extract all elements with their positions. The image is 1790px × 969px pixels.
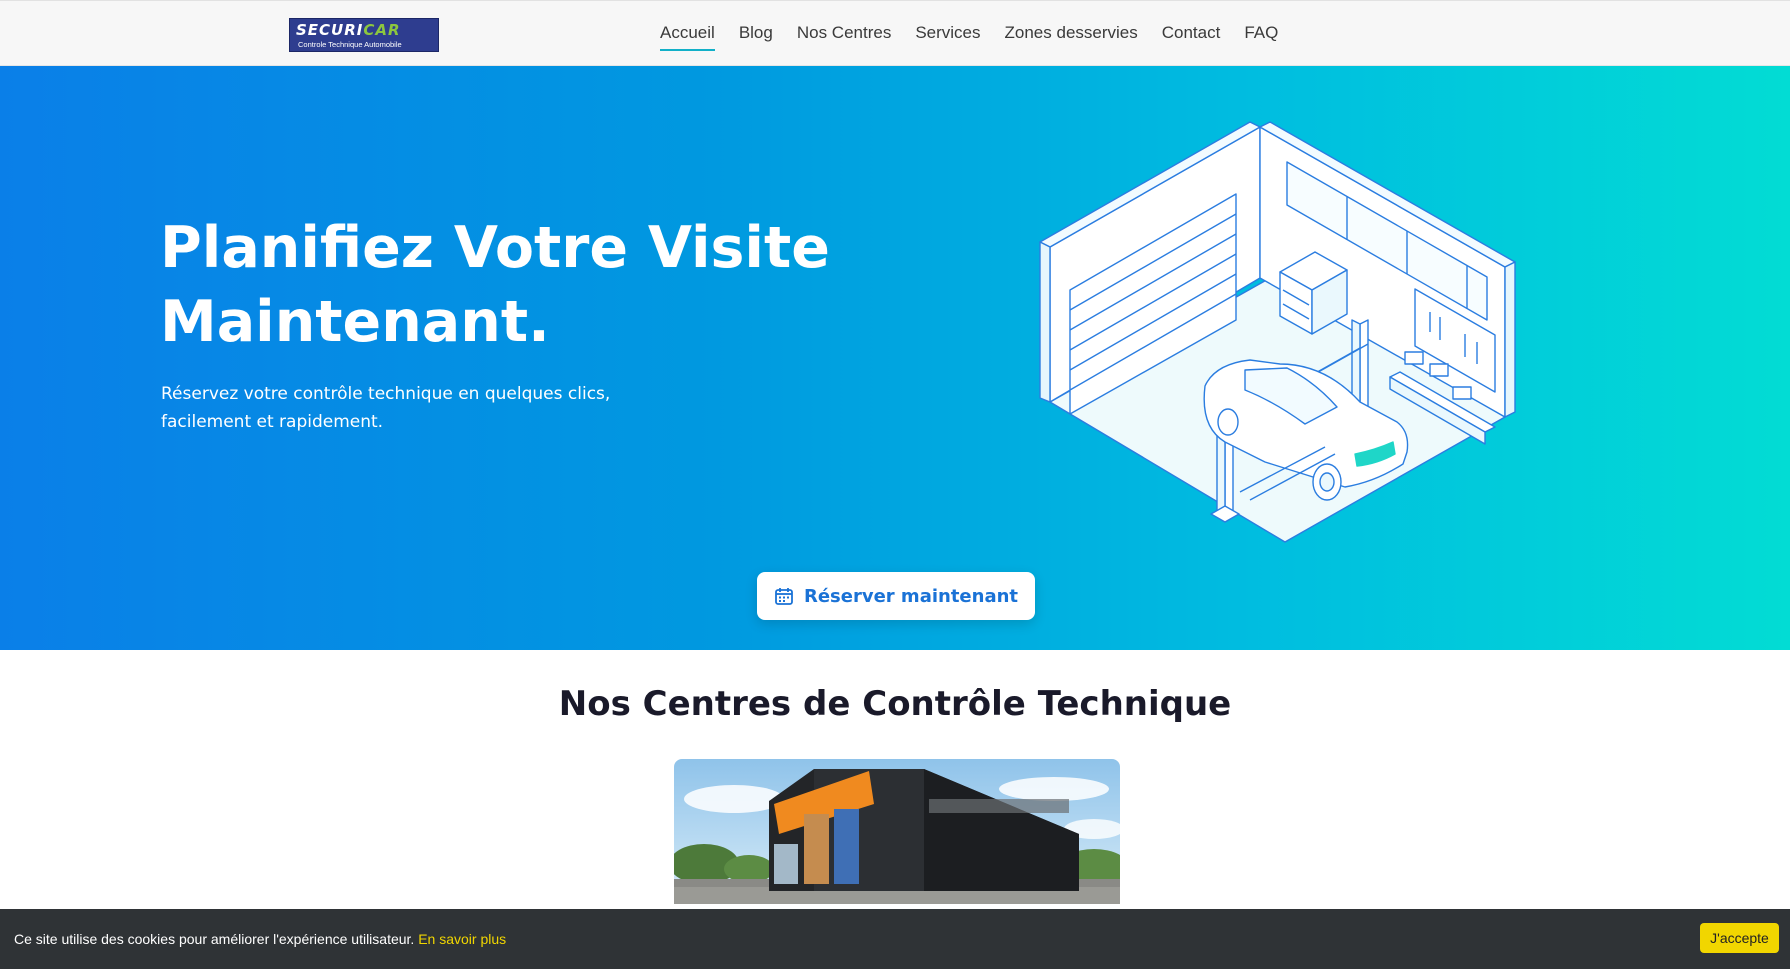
navbar: SECURICAR Controle Technique Automobile … xyxy=(0,0,1790,66)
garage-illustration xyxy=(1039,121,1516,543)
cookie-learn-more-link[interactable]: En savoir plus xyxy=(418,931,506,947)
center-card-image[interactable] xyxy=(674,759,1120,904)
brand-name-part1: SECURI xyxy=(296,21,364,39)
calendar-icon xyxy=(775,588,793,605)
nav-item-nos-centres[interactable]: Nos Centres xyxy=(797,23,891,51)
cookie-message: Ce site utilise des cookies pour amélior… xyxy=(14,931,506,947)
centers-title: Nos Centres de Contrôle Technique xyxy=(558,684,1232,724)
nav-item-contact[interactable]: Contact xyxy=(1162,23,1221,51)
book-now-button[interactable]: Réserver maintenant xyxy=(757,572,1035,620)
cookie-banner: Ce site utilise des cookies pour amélior… xyxy=(0,909,1790,969)
nav-item-faq[interactable]: FAQ xyxy=(1244,23,1278,51)
nav-item-blog[interactable]: Blog xyxy=(739,23,773,51)
hero-subtitle: Réservez votre contrôle technique en que… xyxy=(161,384,611,432)
nav-item-accueil[interactable]: Accueil xyxy=(660,23,715,51)
cookie-accept-button[interactable]: J'accepte xyxy=(1700,923,1779,953)
hero-section: Planifiez Votre Visite Maintenant. Réser… xyxy=(0,66,1790,650)
nav-item-services[interactable]: Services xyxy=(915,23,980,51)
brand-logo-name: SECURICAR xyxy=(296,21,401,39)
brand-tagline: Controle Technique Automobile xyxy=(298,40,402,49)
brand-name-part2: CAR xyxy=(363,21,401,39)
center-building-photo xyxy=(674,759,1120,904)
hero-title: Planifiez Votre Visite Maintenant. xyxy=(160,215,830,355)
nav-item-zones-desservies[interactable]: Zones desservies xyxy=(1005,23,1138,51)
main-nav: Accueil Blog Nos Centres Services Zones … xyxy=(660,23,1302,51)
brand-logo[interactable]: SECURICAR Controle Technique Automobile xyxy=(289,18,439,52)
cookie-message-text: Ce site utilise des cookies pour amélior… xyxy=(14,931,419,947)
book-now-label: Réserver maintenant xyxy=(803,585,1019,607)
